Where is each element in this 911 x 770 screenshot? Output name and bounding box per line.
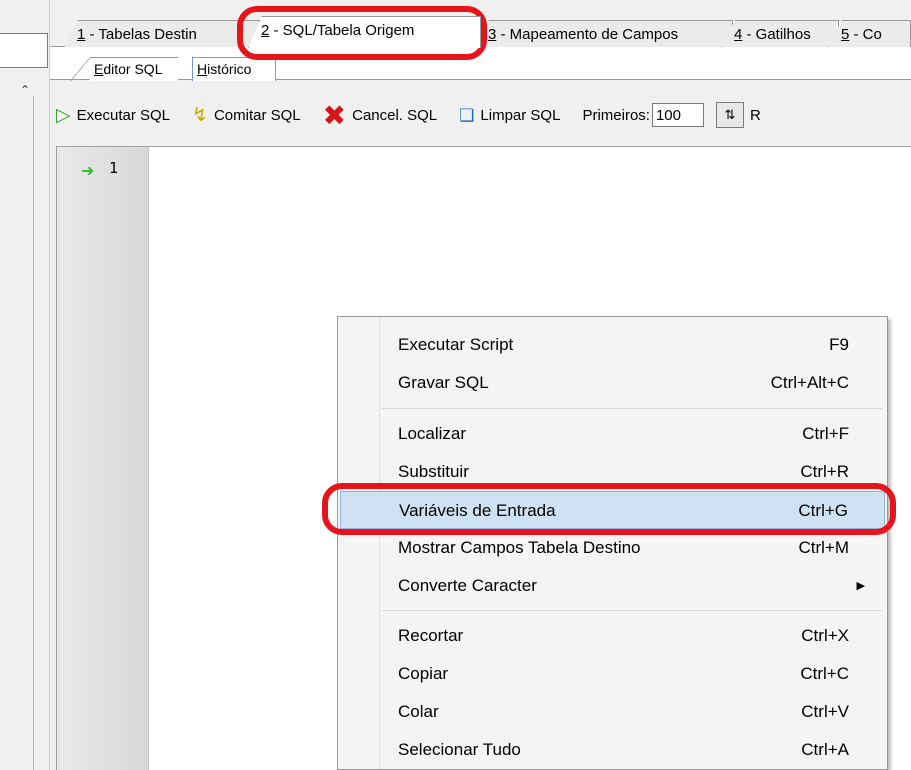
menu-item-mostrar-campos[interactable]: Mostrar Campos Tabela Destino Ctrl+M (340, 529, 885, 567)
sort-spin-icon[interactable]: ⇅ (715, 102, 744, 128)
menu-item-label: Variáveis de Entrada (399, 501, 556, 520)
menu-item-label: Selecionar Tudo (398, 740, 521, 759)
tab-tabelas-destino[interactable]: 1 - Tabelas Destin (64, 20, 260, 47)
play-icon: ▷ (56, 104, 71, 126)
left-input-field[interactable] (0, 33, 48, 68)
commit-sql-button[interactable]: ↯ Comitar SQL (192, 100, 301, 130)
menu-item-shortcut: Ctrl+A (801, 740, 849, 759)
clear-sql-label: Limpar SQL (480, 106, 561, 124)
subtab-editor-sql[interactable]: Editor SQL (90, 57, 178, 81)
menu-item-localizar[interactable]: Localizar Ctrl+F (340, 415, 885, 453)
tab-sql-tabela-origem[interactable]: 2 - SQL/Tabela Origem (248, 16, 481, 48)
commit-sql-label: Comitar SQL (213, 106, 301, 124)
subtab-hotkey: E (94, 61, 104, 77)
tab-label: - Gatilhos (742, 26, 811, 43)
execute-sql-button[interactable]: ▷ Executar SQL (56, 100, 170, 130)
trailing-label: R (749, 106, 761, 124)
subtab-label: istórico (207, 61, 252, 77)
menu-item-gravar-sql[interactable]: Gravar SQL Ctrl+Alt+C (340, 364, 885, 402)
menu-item-label: Mostrar Campos Tabela Destino (398, 538, 641, 557)
context-menu: Executar Script F9 Gravar SQL Ctrl+Alt+C… (337, 316, 888, 770)
main-tabstrip: 1 - Tabelas Destin 2 - SQL/Tabela Origem… (50, 0, 911, 48)
menu-separator (382, 408, 882, 409)
menu-item-selecionar-tudo[interactable]: Selecionar Tudo Ctrl+A (340, 731, 885, 769)
submenu-arrow-icon: ▶ (856, 580, 865, 592)
menu-item-shortcut: Ctrl+X (801, 626, 849, 645)
menu-item-converte-caracter[interactable]: Converte Caracter ▶ (340, 567, 885, 605)
menu-separator (382, 610, 882, 611)
menu-item-label: Executar Script (398, 335, 514, 354)
tab-label: - Mapeamento de Campos (496, 26, 679, 43)
menu-item-shortcut: Ctrl+F (802, 424, 849, 443)
menu-item-label: Copiar (398, 664, 449, 683)
first-rows-group: Primeiros: ⇅ R (582, 100, 761, 130)
subtab-hotkey: H (197, 61, 208, 77)
sub-tabstrip: Editor SQL Histórico (50, 47, 911, 81)
menu-item-shortcut: Ctrl+R (800, 462, 849, 481)
menu-item-shortcut: Ctrl+V (801, 702, 849, 721)
menu-item-label: Recortar (398, 626, 464, 645)
lightning-icon: ↯ (192, 104, 208, 126)
tab-label: - Tabelas Destin (85, 26, 197, 43)
menu-item-executar-script[interactable]: Executar Script F9 (340, 326, 885, 364)
current-line-arrow-icon: ➜ (81, 163, 95, 180)
first-rows-input[interactable] (651, 103, 704, 127)
menu-item-label: Colar (398, 702, 439, 721)
tab-gatilhos[interactable]: 4 - Gatilhos (721, 20, 839, 47)
left-panel: ⌃ (0, 0, 50, 770)
line-number: 1 (109, 159, 119, 177)
menu-item-shortcut: Ctrl+G (798, 501, 848, 520)
editor-gutter: ➜ 1 (57, 147, 149, 770)
subtab-label: ditor SQL (103, 61, 163, 77)
menu-item-colar[interactable]: Colar Ctrl+V (340, 693, 885, 731)
menu-item-label: Localizar (398, 424, 467, 443)
tab-label: - SQL/Tabela Origem (269, 22, 415, 39)
execute-sql-label: Executar SQL (76, 106, 171, 124)
menu-item-label: Gravar SQL (398, 373, 489, 392)
cancel-sql-label: Cancel. SQL (352, 106, 438, 124)
sql-toolbar: ▷ Executar SQL ↯ Comitar SQL ✖ Cancel. S… (56, 92, 911, 138)
tab-label: - Co (849, 26, 882, 43)
tab-mapeamento-campos[interactable]: 3 - Mapeamento de Campos (475, 20, 733, 47)
subtab-historico[interactable]: Histórico (192, 57, 276, 81)
menu-item-label: Converte Caracter (398, 576, 537, 595)
menu-item-copiar[interactable]: Copiar Ctrl+C (340, 655, 885, 693)
clear-sql-button[interactable]: ❏ Limpar SQL (459, 100, 560, 130)
menu-item-variaveis-entrada[interactable]: Variáveis de Entrada Ctrl+G (340, 491, 885, 529)
menu-item-shortcut: Ctrl+M (798, 538, 849, 557)
menu-item-substituir[interactable]: Substituir Ctrl+R (340, 453, 885, 491)
menu-item-shortcut: F9 (829, 335, 849, 354)
menu-item-label: Substituir (398, 462, 469, 481)
menu-item-shortcut: Ctrl+Alt+C (770, 373, 849, 392)
tab-5[interactable]: 5 - Co (828, 20, 911, 47)
scroll-up-icon[interactable]: ⌃ (20, 83, 30, 97)
cancel-sql-button[interactable]: ✖ Cancel. SQL (323, 100, 438, 130)
first-rows-label: Primeiros: (582, 106, 650, 124)
left-divider (33, 96, 34, 770)
red-x-icon: ✖ (322, 99, 347, 131)
menu-item-shortcut: Ctrl+C (800, 664, 849, 683)
clear-document-icon: ❏ (459, 105, 475, 125)
menu-item-recortar[interactable]: Recortar Ctrl+X (340, 617, 885, 655)
